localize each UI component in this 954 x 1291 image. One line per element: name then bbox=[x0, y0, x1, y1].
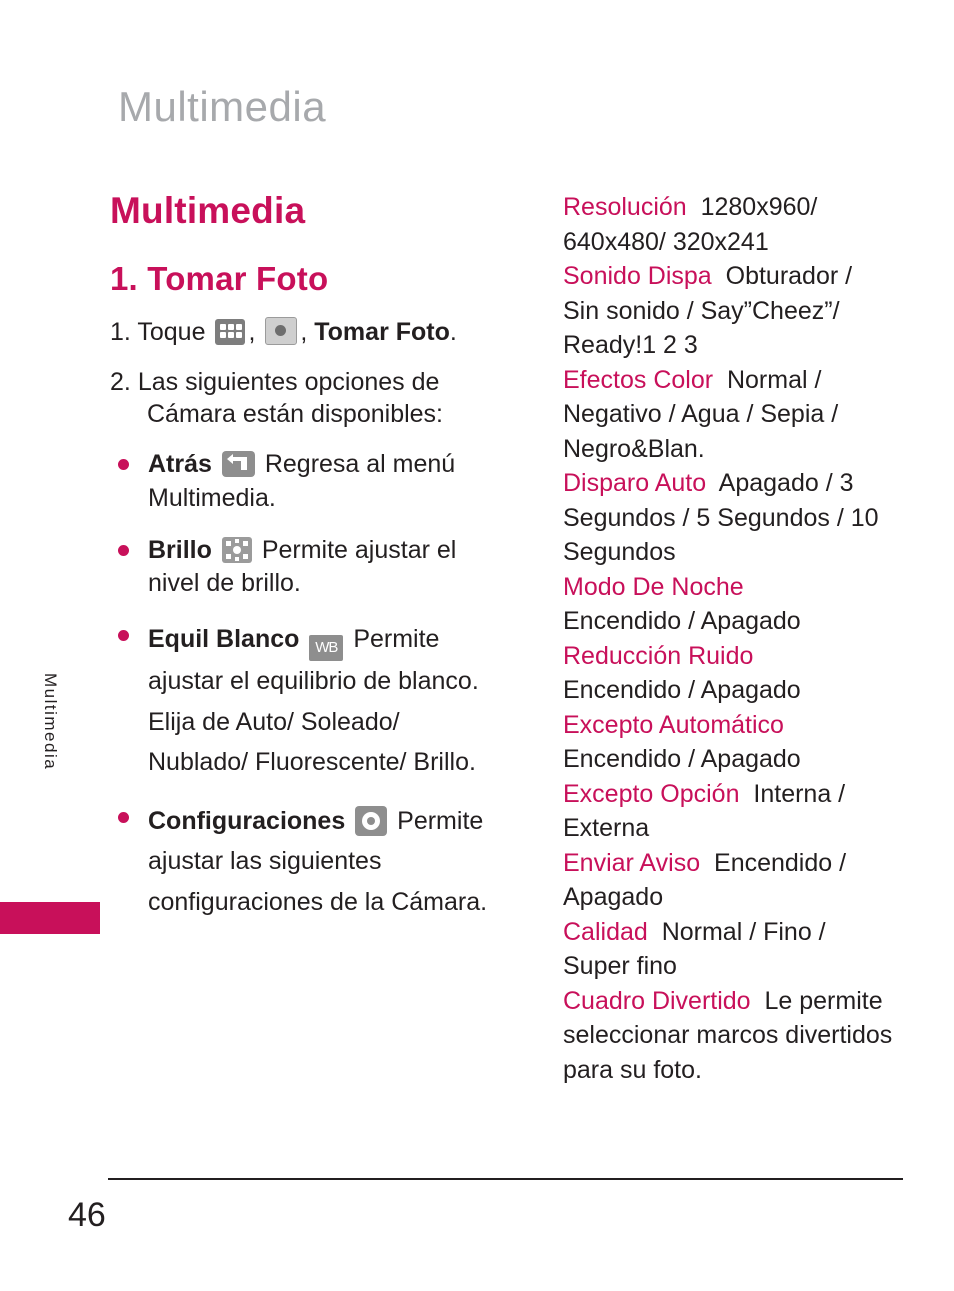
running-head: Multimedia bbox=[118, 83, 327, 130]
spec-list: Resolución 1280x960/ 640x480/ 320x241 So… bbox=[563, 190, 893, 1087]
step-2-text: Las siguientes opciones de Cámara están … bbox=[137, 368, 443, 428]
footer-rule bbox=[108, 1178, 903, 1180]
bullet-dot-icon bbox=[118, 811, 129, 823]
back-arrow-icon bbox=[221, 451, 255, 477]
step-1-period: . bbox=[449, 318, 457, 346]
right-column: Resolución 1280x960/ 640x480/ 320x241 So… bbox=[563, 190, 893, 1087]
step-1-comma-a: , bbox=[248, 318, 256, 346]
bullet-label: Atrás bbox=[148, 450, 212, 478]
bullet-label: Brillo bbox=[148, 535, 212, 564]
page-title: Multimedia bbox=[110, 190, 306, 231]
side-tab-marker bbox=[0, 902, 100, 934]
page-number: 46 bbox=[68, 1196, 106, 1234]
manual-page: Multimedia Multimedia Multimedia 1. Toma… bbox=[0, 0, 954, 1291]
spec-label: Modo De Noche bbox=[563, 572, 744, 601]
spec-label: Excepto Opción bbox=[563, 779, 740, 808]
step-1-bold-label: Tomar Foto bbox=[314, 318, 450, 346]
white-balance-icon: WB bbox=[309, 635, 344, 661]
list-item: Brillo Permite ajustar el nivel de brill… bbox=[110, 534, 490, 602]
brightness-icon bbox=[221, 536, 252, 563]
bullet-dot-icon bbox=[118, 630, 129, 641]
bullet-dot-icon bbox=[118, 544, 129, 556]
spec-value: Encendido / Apagado bbox=[563, 745, 801, 773]
spec-value: Encendido / Apagado bbox=[563, 676, 801, 704]
spec-label: Efectos Color bbox=[563, 365, 714, 394]
list-item: Atrás Regresa al menú Multimedia. bbox=[110, 448, 490, 516]
settings-gear-icon bbox=[355, 805, 388, 836]
list-item: Configuraciones Permite ajustar las sigu… bbox=[110, 801, 490, 923]
menu-grid-icon bbox=[215, 319, 246, 345]
camera-icon bbox=[265, 317, 298, 345]
step-2-number: 2. bbox=[110, 368, 131, 396]
left-column: Multimedia 1. Tomar Foto 1. Toque , , To… bbox=[110, 190, 490, 940]
list-item: Equil Blanco WB Permite ajustar el equil… bbox=[110, 619, 490, 783]
spec-label: Sonido Dispa bbox=[563, 262, 712, 290]
spec-label: Enviar Aviso bbox=[563, 848, 701, 877]
section-title: 1. Tomar Foto bbox=[110, 260, 329, 297]
bullet-dot-icon bbox=[118, 459, 129, 470]
spec-label: Resolución bbox=[563, 193, 687, 221]
step-2: 2. Las siguientes opciones de Cámara est… bbox=[110, 366, 490, 430]
spec-label: Cuadro Divertido bbox=[563, 986, 751, 1015]
step-1: 1. Toque , , Tomar Foto. bbox=[110, 316, 490, 348]
spec-value: Encendido / Apagado bbox=[563, 607, 801, 635]
spec-label: Reducción Ruido bbox=[563, 641, 754, 670]
step-1-text-a: Toque bbox=[137, 318, 206, 346]
spec-label: Excepto Automático bbox=[563, 710, 784, 739]
spec-label: Calidad bbox=[563, 917, 648, 946]
bullet-label: Configuraciones bbox=[148, 806, 346, 835]
spec-label: Disparo Auto bbox=[563, 469, 707, 497]
step-1-comma-b: , bbox=[300, 318, 308, 346]
step-1-number: 1. bbox=[110, 318, 131, 346]
bullet-label: Equil Blanco bbox=[148, 625, 300, 653]
side-tab-label: Multimedia bbox=[41, 673, 60, 771]
